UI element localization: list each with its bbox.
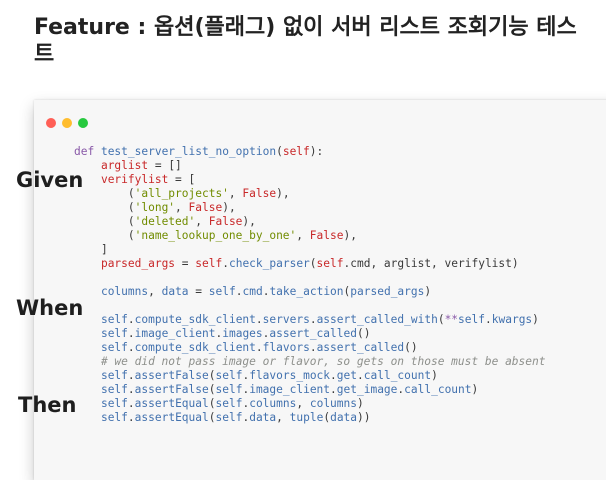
code-line: ('deleted', False),: [74, 215, 256, 228]
code-line: ('all_projects', False),: [74, 187, 290, 200]
code-line: self.assertEqual(self.data, tuple(data)): [100, 411, 371, 424]
then-label: Then: [18, 393, 77, 417]
code-line: ('name_lookup_one_by_one', False),: [74, 229, 357, 242]
code-line: self.compute_sdk_client.servers.assert_c…: [100, 313, 539, 326]
code-line: self.image_client.images.assert_called(): [100, 327, 371, 340]
code-line: ]: [74, 243, 108, 256]
title-keyword: Feature: [34, 15, 130, 40]
close-dot-icon: [46, 118, 56, 128]
minimize-dot-icon: [62, 118, 72, 128]
code-line: ('long', False),: [74, 201, 236, 214]
code-line: verifylist = [: [100, 173, 196, 186]
page-title: Feature : 옵션(플래그) 없이 서버 리스트 조회기능 테스트: [34, 14, 594, 68]
code-line: self.assertFalse(self.image_client.get_i…: [100, 383, 479, 396]
code-line: def test_server_list_no_option(self):: [74, 145, 324, 158]
window-controls: [46, 118, 88, 128]
code-block: def test_server_list_no_option(self): ar…: [74, 145, 545, 425]
code-window: def test_server_list_no_option(self): ar…: [34, 100, 606, 480]
maximize-dot-icon: [78, 118, 88, 128]
code-line: self.assertEqual(self.columns, columns): [100, 397, 364, 410]
code-line: self.compute_sdk_client.flavors.assert_c…: [100, 341, 418, 354]
given-label: Given: [16, 168, 84, 192]
code-line: columns, data = self.cmd.take_action(par…: [100, 285, 432, 298]
code-line: parsed_args = self.check_parser(self.cmd…: [100, 257, 519, 270]
code-line: self.assertFalse(self.flavors_mock.get.c…: [100, 369, 438, 382]
when-label: When: [16, 296, 84, 320]
code-line: arglist = []: [100, 159, 182, 172]
code-line: # we did not pass image or flavor, so ge…: [74, 355, 546, 368]
